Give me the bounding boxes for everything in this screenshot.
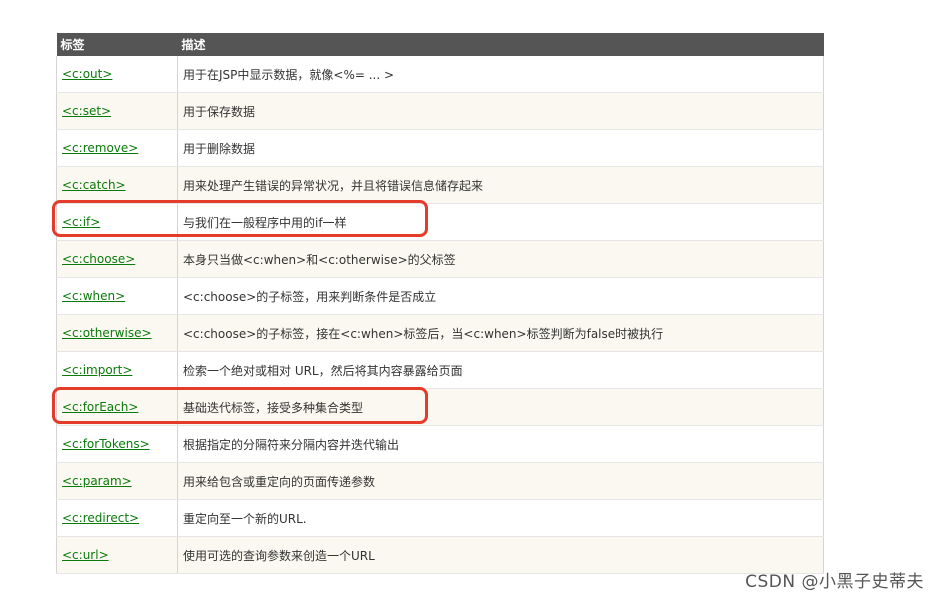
tag-link-c-import[interactable]: <c:import> bbox=[62, 363, 132, 377]
description-cell: 用于删除数据 bbox=[177, 129, 824, 167]
page: 标签 描述 <c:out> 用于在JSP中显示数据，就像<%= ... > <c… bbox=[0, 0, 938, 600]
highlight-box-c-if bbox=[52, 200, 428, 237]
tag-link-c-url[interactable]: <c:url> bbox=[62, 548, 109, 562]
tag-cell: <c:when> bbox=[56, 277, 178, 315]
table-row: <c:set> 用于保存数据 bbox=[56, 92, 824, 130]
table-row: <c:catch> 用来处理产生错误的异常状况，并且将错误信息储存起来 bbox=[56, 166, 824, 204]
table-row: <c:import> 检索一个绝对或相对 URL，然后将其内容暴露给页面 bbox=[56, 351, 824, 389]
description-cell: <c:choose>的子标签，接在<c:when>标签后，当<c:when>标签… bbox=[177, 314, 824, 352]
tag-link-c-otherwise[interactable]: <c:otherwise> bbox=[62, 326, 152, 340]
tag-link-c-catch[interactable]: <c:catch> bbox=[62, 178, 126, 192]
description-cell: <c:choose>的子标签，用来判断条件是否成立 bbox=[177, 277, 824, 315]
tag-cell: <c:import> bbox=[56, 351, 178, 389]
table-row: <c:param> 用来给包含或重定向的页面传递参数 bbox=[56, 462, 824, 500]
column-header-tag: 标签 bbox=[56, 33, 178, 56]
table-row: <c:out> 用于在JSP中显示数据，就像<%= ... > bbox=[56, 56, 824, 93]
tag-cell: <c:url> bbox=[56, 536, 178, 574]
table-row: <c:url> 使用可选的查询参数来创造一个URL bbox=[56, 536, 824, 574]
tag-link-c-param[interactable]: <c:param> bbox=[62, 474, 132, 488]
table-row: <c:when> <c:choose>的子标签，用来判断条件是否成立 bbox=[56, 277, 824, 315]
description-cell: 使用可选的查询参数来创造一个URL bbox=[177, 536, 824, 574]
tag-link-c-set[interactable]: <c:set> bbox=[62, 104, 111, 118]
description-cell: 重定向至一个新的URL. bbox=[177, 499, 824, 537]
description-cell: 用于在JSP中显示数据，就像<%= ... > bbox=[177, 56, 824, 93]
highlight-box-c-foreach bbox=[52, 387, 428, 424]
tag-cell: <c:catch> bbox=[56, 166, 178, 204]
tag-link-c-choose[interactable]: <c:choose> bbox=[62, 252, 135, 266]
jstl-core-tags-table: 标签 描述 <c:out> 用于在JSP中显示数据，就像<%= ... > <c… bbox=[56, 33, 824, 574]
tag-cell: <c:choose> bbox=[56, 240, 178, 278]
table-row: <c:forTokens> 根据指定的分隔符来分隔内容并迭代输出 bbox=[56, 425, 824, 463]
csdn-watermark: CSDN @小黑子史蒂夫 bbox=[745, 572, 924, 592]
tag-cell: <c:redirect> bbox=[56, 499, 178, 537]
tag-cell: <c:forTokens> bbox=[56, 425, 178, 463]
tag-cell: <c:param> bbox=[56, 462, 178, 500]
tag-link-c-remove[interactable]: <c:remove> bbox=[62, 141, 138, 155]
table-row: <c:redirect> 重定向至一个新的URL. bbox=[56, 499, 824, 537]
description-cell: 用来给包含或重定向的页面传递参数 bbox=[177, 462, 824, 500]
table-row: <c:choose> 本身只当做<c:when>和<c:otherwise>的父… bbox=[56, 240, 824, 278]
tag-cell: <c:remove> bbox=[56, 129, 178, 167]
description-cell: 本身只当做<c:when>和<c:otherwise>的父标签 bbox=[177, 240, 824, 278]
description-cell: 用来处理产生错误的异常状况，并且将错误信息储存起来 bbox=[177, 166, 824, 204]
tag-link-c-when[interactable]: <c:when> bbox=[62, 289, 125, 303]
tag-cell: <c:otherwise> bbox=[56, 314, 178, 352]
tag-cell: <c:out> bbox=[56, 56, 178, 93]
column-header-description: 描述 bbox=[177, 33, 824, 56]
tag-link-c-out[interactable]: <c:out> bbox=[62, 67, 112, 81]
table-row: <c:remove> 用于删除数据 bbox=[56, 129, 824, 167]
tag-link-c-redirect[interactable]: <c:redirect> bbox=[62, 511, 139, 525]
tag-link-c-fortokens[interactable]: <c:forTokens> bbox=[62, 437, 150, 451]
table-row: <c:otherwise> <c:choose>的子标签，接在<c:when>标… bbox=[56, 314, 824, 352]
tag-cell: <c:set> bbox=[56, 92, 178, 130]
description-cell: 根据指定的分隔符来分隔内容并迭代输出 bbox=[177, 425, 824, 463]
table-header-row: 标签 描述 bbox=[56, 33, 824, 56]
description-cell: 检索一个绝对或相对 URL，然后将其内容暴露给页面 bbox=[177, 351, 824, 389]
description-cell: 用于保存数据 bbox=[177, 92, 824, 130]
